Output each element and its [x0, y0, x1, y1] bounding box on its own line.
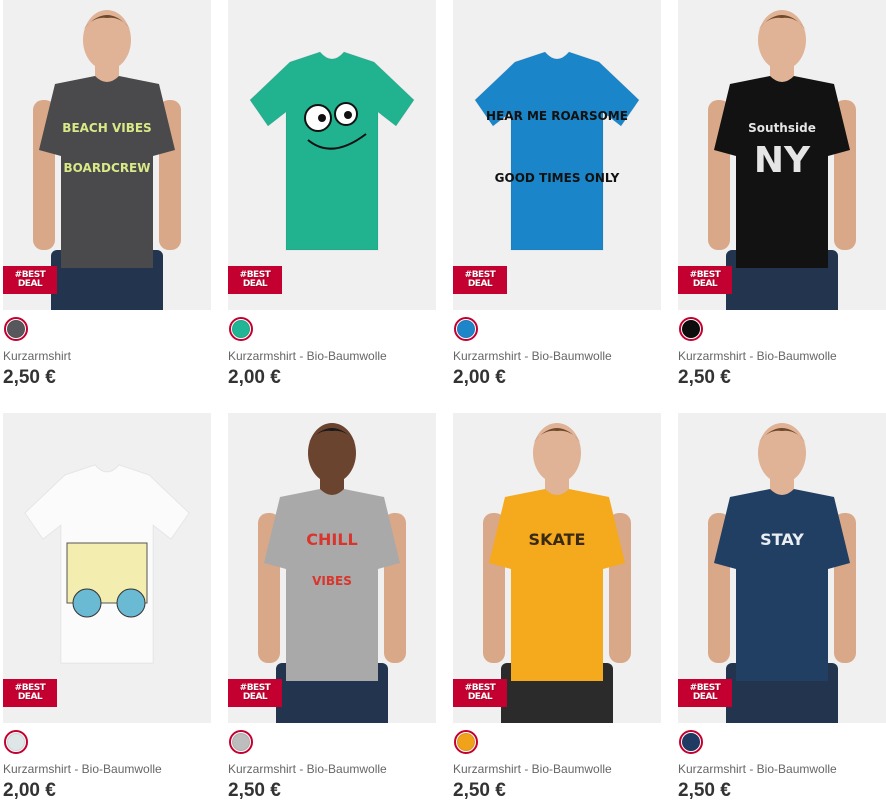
product-image[interactable]: #BEST DEAL: [228, 0, 436, 310]
best-deal-badge: #BEST DEAL: [678, 679, 732, 707]
color-swatch-dot: [457, 320, 475, 338]
color-swatch[interactable]: [4, 730, 28, 754]
product-card[interactable]: #BEST DEAL Kurzarmshirt - Bio-Baumwolle 2,…: [3, 413, 211, 808]
product-card[interactable]: CHILL VIBES #BEST DEAL Kurzarmshirt - Bio-B…: [228, 413, 436, 808]
color-swatch[interactable]: [454, 730, 478, 754]
color-swatch[interactable]: [229, 317, 253, 341]
best-deal-badge-label: #BEST DEAL: [689, 683, 721, 702]
shirt-print-text: GOOD TIMES ONLY: [495, 171, 620, 185]
shirt-print-text: Southside: [748, 121, 816, 135]
shirt-print-text: NY: [754, 140, 811, 181]
shirt-print-text: SKATE: [529, 530, 586, 549]
best-deal-badge: #BEST DEAL: [453, 266, 507, 294]
product-name[interactable]: Kurzarmshirt - Bio-Baumwolle: [453, 762, 612, 776]
best-deal-badge: #BEST DEAL: [3, 679, 57, 707]
product-image[interactable]: HEAR ME ROARSOME GOOD TIMES ONLY #BEST DEA…: [453, 0, 661, 310]
best-deal-badge-label: #BEST DEAL: [14, 270, 46, 289]
product-image[interactable]: SKATE #BEST DEAL: [453, 413, 661, 723]
shirt-print-text: HEAR ME ROARSOME: [486, 109, 628, 123]
best-deal-badge: #BEST DEAL: [678, 266, 732, 294]
color-swatch[interactable]: [679, 730, 703, 754]
product-price: 2,50 €: [228, 780, 281, 801]
product-name[interactable]: Kurzarmshirt - Bio-Baumwolle: [678, 349, 837, 363]
color-swatch-dot: [232, 320, 250, 338]
product-photo: [249, 51, 415, 251]
best-deal-badge: #BEST DEAL: [228, 679, 282, 707]
shirt-print-text: BOARDCREW: [64, 161, 151, 175]
best-deal-badge-label: #BEST DEAL: [239, 683, 271, 702]
product-photo: Southside NY: [708, 10, 856, 310]
product-price: 2,00 €: [453, 367, 506, 388]
shirt-print-text: VIBES: [312, 574, 352, 588]
product-photo: STAY: [708, 423, 856, 723]
product-price: 2,50 €: [3, 367, 56, 388]
best-deal-badge-label: #BEST DEAL: [464, 683, 496, 702]
shirt-print-text: CHILL: [306, 530, 357, 549]
color-swatch[interactable]: [454, 317, 478, 341]
product-price: 2,00 €: [228, 367, 281, 388]
shirt-print-text: STAY: [760, 530, 804, 549]
color-swatch-dot: [457, 733, 475, 751]
product-name[interactable]: Kurzarmshirt - Bio-Baumwolle: [228, 762, 387, 776]
color-swatch[interactable]: [679, 317, 703, 341]
product-card[interactable]: HEAR ME ROARSOME GOOD TIMES ONLY #BEST DEA…: [453, 0, 661, 395]
color-swatch-dot: [7, 320, 25, 338]
product-photo: BEACH VIBES BOARDCREW: [33, 10, 181, 310]
product-price: 2,50 €: [453, 780, 506, 801]
color-swatch-dot: [232, 733, 250, 751]
product-image[interactable]: #BEST DEAL: [3, 413, 211, 723]
product-card[interactable]: SKATE #BEST DEAL Kurzarmshirt - Bio-Baumwo…: [453, 413, 661, 808]
best-deal-badge-label: #BEST DEAL: [689, 270, 721, 289]
shirt-print-text: BEACH VIBES: [62, 121, 151, 135]
product-photo: HEAR ME ROARSOME GOOD TIMES ONLY: [474, 51, 640, 251]
product-card[interactable]: #BEST DEAL Kurzarmshirt - Bio-Baumwolle 2,…: [228, 0, 436, 395]
best-deal-badge: #BEST DEAL: [3, 266, 57, 294]
product-card[interactable]: Southside NY #BEST DEAL Kurzarmshirt - Bio-…: [678, 0, 886, 395]
product-price: 2,50 €: [678, 780, 731, 801]
product-image[interactable]: BEACH VIBES BOARDCREW #BEST DEAL: [3, 0, 211, 310]
product-card[interactable]: BEACH VIBES BOARDCREW #BEST DEAL Kurzarmshi…: [3, 0, 211, 395]
color-swatch-dot: [682, 733, 700, 751]
product-image[interactable]: CHILL VIBES #BEST DEAL: [228, 413, 436, 723]
color-swatch[interactable]: [4, 317, 28, 341]
product-photo: CHILL VIBES: [258, 423, 406, 723]
best-deal-badge-label: #BEST DEAL: [239, 270, 271, 289]
product-name[interactable]: Kurzarmshirt: [3, 349, 71, 363]
best-deal-badge-label: #BEST DEAL: [14, 683, 46, 702]
best-deal-badge-label: #BEST DEAL: [464, 270, 496, 289]
product-image[interactable]: Southside NY #BEST DEAL: [678, 0, 886, 310]
color-swatch-dot: [7, 733, 25, 751]
product-card[interactable]: STAY #BEST DEAL Kurzarmshirt - Bio-Baumwol…: [678, 413, 886, 808]
best-deal-badge: #BEST DEAL: [453, 679, 507, 707]
product-name[interactable]: Kurzarmshirt - Bio-Baumwolle: [228, 349, 387, 363]
product-name[interactable]: Kurzarmshirt - Bio-Baumwolle: [678, 762, 837, 776]
product-image[interactable]: STAY #BEST DEAL: [678, 413, 886, 723]
best-deal-badge: #BEST DEAL: [228, 266, 282, 294]
color-swatch[interactable]: [229, 730, 253, 754]
product-price: 2,50 €: [678, 367, 731, 388]
product-photo: SKATE: [483, 423, 631, 723]
product-name[interactable]: Kurzarmshirt - Bio-Baumwolle: [3, 762, 162, 776]
product-price: 2,00 €: [3, 780, 56, 801]
product-photo: [24, 464, 190, 664]
product-name[interactable]: Kurzarmshirt - Bio-Baumwolle: [453, 349, 612, 363]
color-swatch-dot: [682, 320, 700, 338]
